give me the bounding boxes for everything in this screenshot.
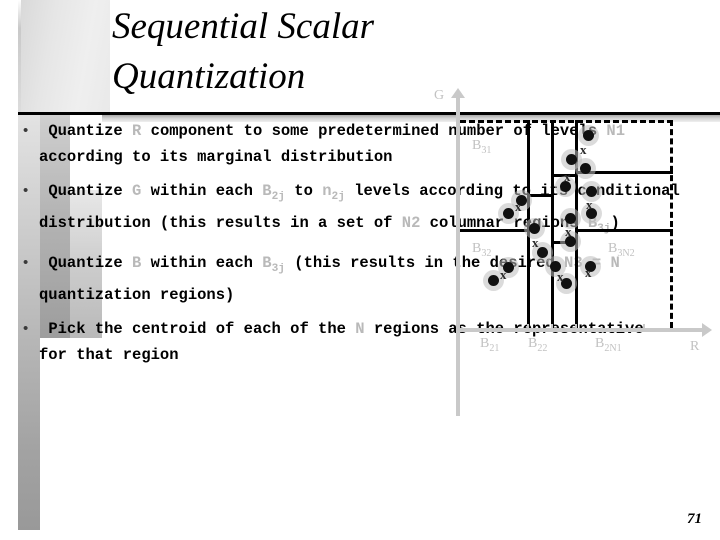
- data-point: [566, 154, 577, 165]
- bullet-marker-icon: •: [23, 320, 29, 338]
- bullet-segment: Pick the centroid of each of the: [39, 320, 356, 339]
- x-axis-tick: [527, 324, 529, 332]
- bullet-marker-icon: •: [23, 254, 29, 272]
- bullet-segment: within each: [141, 254, 263, 273]
- y-axis-label: G: [434, 88, 445, 103]
- bullet-segment: Quantize: [39, 182, 133, 200]
- bullet-segment: Quantize: [39, 254, 133, 273]
- bullet-symbol: B: [132, 254, 142, 273]
- x-axis-arrow-icon: [702, 323, 712, 337]
- centroid-marker-icon: x: [557, 269, 564, 284]
- region-divider-vertical: [575, 120, 578, 328]
- data-point: [565, 213, 576, 224]
- region-label: B31: [472, 138, 492, 156]
- slide-title: Sequential Scalar Quantization: [112, 6, 375, 97]
- centroid-marker-icon: x: [586, 197, 593, 212]
- region-label: B32: [472, 241, 492, 259]
- x-axis-tick: [575, 324, 577, 332]
- bullet-segment: to: [284, 182, 323, 200]
- region-divider-horizontal: [527, 194, 551, 197]
- bullet-symbol: N2: [401, 214, 421, 233]
- bullet-symbol: n2j: [322, 182, 345, 204]
- x-axis-line: [456, 328, 706, 332]
- data-point: [580, 163, 591, 174]
- centroid-marker-icon: x: [532, 235, 539, 250]
- bullet-symbol: N: [355, 320, 365, 339]
- x-axis-tick: [551, 324, 553, 332]
- bullet-symbol: G: [132, 182, 142, 200]
- centroid-marker-icon: x: [585, 265, 592, 280]
- bullet-marker-icon: •: [23, 122, 29, 139]
- centroid-marker-icon: x: [580, 142, 587, 157]
- data-point: [529, 223, 540, 234]
- x-axis-label: R: [690, 339, 700, 354]
- region-label: B3N2: [608, 241, 635, 259]
- page-number: 71: [687, 511, 702, 527]
- region-divider-horizontal: [575, 229, 673, 232]
- decorative-top-block: [18, 0, 110, 113]
- data-point: [488, 275, 499, 286]
- centroid-marker-icon: x: [515, 199, 522, 214]
- data-point: [586, 186, 597, 197]
- decorative-top-edge: [18, 0, 21, 113]
- y-axis-arrow-icon: [451, 88, 465, 98]
- bullet-symbol: B3j: [262, 254, 285, 276]
- bullet-segment: within each: [141, 182, 263, 200]
- x-axis-tick-label: B21: [480, 336, 500, 354]
- bullet-symbol: R: [132, 122, 142, 140]
- x-axis-tick: [643, 324, 645, 332]
- bullet-marker-icon: •: [23, 182, 29, 199]
- region-divider-vertical: [551, 120, 554, 328]
- centroid-marker-icon: x: [500, 267, 507, 282]
- data-point: [583, 130, 594, 141]
- region-divider-horizontal: [460, 229, 527, 232]
- slide: Sequential Scalar Quantization • Quantiz…: [0, 0, 720, 540]
- bullet-symbol: B2j: [262, 182, 285, 204]
- centroid-marker-icon: x: [565, 224, 572, 239]
- data-point: [503, 208, 514, 219]
- region-divider-horizontal: [551, 174, 575, 177]
- bullet-segment: Quantize: [39, 122, 133, 140]
- quantization-diagram: G R B31 B32 B3N2 B21 B22 B2N1 x x x x x x x x x: [434, 86, 720, 416]
- x-axis-tick-label: B2N1: [595, 336, 622, 354]
- x-axis-tick-label: B22: [528, 336, 548, 354]
- centroid-marker-icon: x: [564, 169, 571, 184]
